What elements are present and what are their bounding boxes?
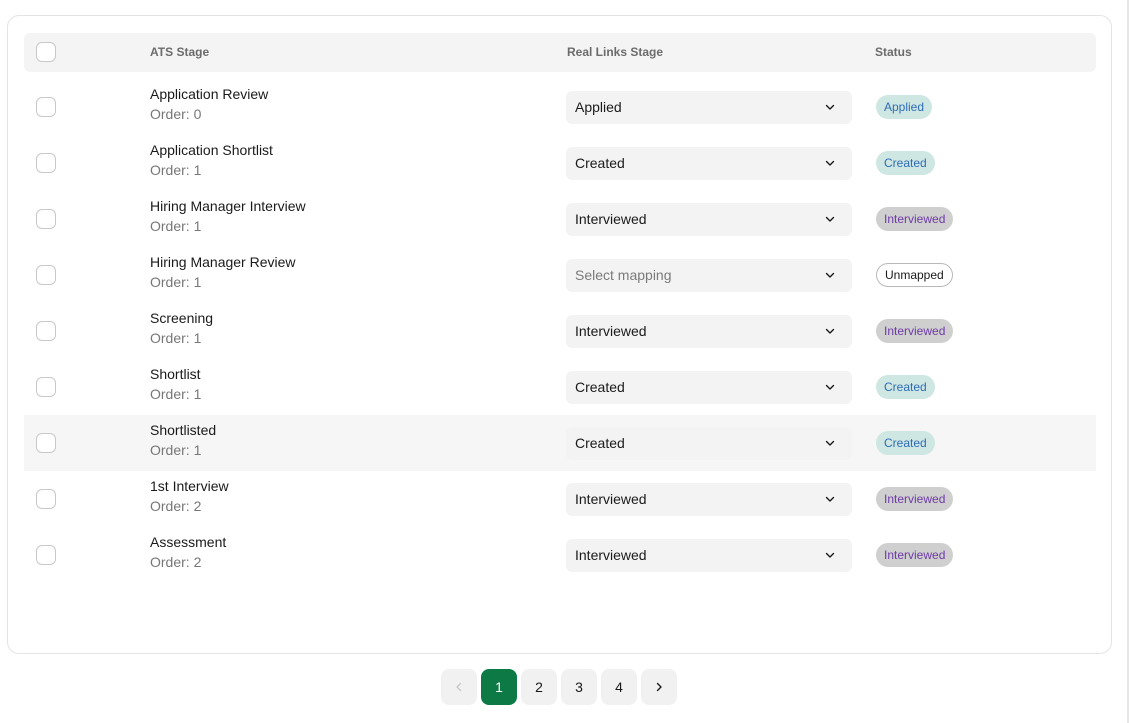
status-badge: Unmapped <box>876 263 953 287</box>
chevron-down-icon <box>825 160 835 166</box>
real-links-stage-select[interactable]: Created <box>566 147 852 180</box>
ats-stage-order: Order: 1 <box>150 386 202 402</box>
table-row: Application Review Order: 0 Applied Applied <box>24 79 1096 135</box>
row-checkbox[interactable] <box>36 545 56 565</box>
chevron-down-icon <box>825 104 835 110</box>
chevron-down-icon <box>825 272 835 278</box>
select-all-checkbox[interactable] <box>36 42 56 62</box>
real-links-stage-select[interactable]: Interviewed <box>566 483 852 516</box>
chevron-down-icon <box>825 496 835 502</box>
real-links-stage-select[interactable]: Interviewed <box>566 315 852 348</box>
ats-stage-name: Assessment <box>150 534 227 550</box>
real-links-stage-select[interactable]: Select mapping <box>566 259 852 292</box>
table-row: 1st Interview Order: 2 Interviewed Intervie… <box>24 471 1096 527</box>
status-badge: Created <box>876 375 935 399</box>
ats-stage-name: Application Shortlist <box>150 142 273 158</box>
table-row: Shortlist Order: 1 Created Created <box>24 359 1096 415</box>
ats-stage-order: Order: 1 <box>150 274 202 290</box>
ats-stage-order: Order: 2 <box>150 498 202 514</box>
status-badge: Interviewed <box>876 319 954 343</box>
ats-stage-order: Order: 1 <box>150 162 202 178</box>
ats-stage-name: 1st Interview <box>150 478 229 494</box>
row-checkbox[interactable] <box>36 377 56 397</box>
real-links-stage-select[interactable]: Interviewed <box>566 203 852 236</box>
row-checkbox[interactable] <box>36 265 56 285</box>
ats-stage-order: Order: 2 <box>150 554 202 570</box>
header-ats-stage: ATS Stage <box>150 45 210 59</box>
select-value: Interviewed <box>575 547 647 563</box>
prev-page-button[interactable] <box>441 669 477 705</box>
page-button-1[interactable]: 1 <box>481 669 517 705</box>
status-badge: Applied <box>876 95 933 119</box>
chevron-down-icon <box>825 552 835 558</box>
page-button-2[interactable]: 2 <box>521 669 557 705</box>
select-value: Interviewed <box>575 211 647 227</box>
table-row: Application Shortlist Order: 1 Created Crea… <box>24 135 1096 191</box>
header-real-links-stage: Real Links Stage <box>567 45 664 59</box>
chevron-down-icon <box>825 440 835 446</box>
ats-stage-order: Order: 1 <box>150 442 202 458</box>
ats-stage-name: Screening <box>150 310 214 326</box>
select-value: Created <box>575 435 625 451</box>
status-badge: Interviewed <box>876 543 954 567</box>
ats-stage-name: Shortlisted <box>150 422 217 438</box>
status-badge: Interviewed <box>876 487 954 511</box>
status-badge: Created <box>876 431 935 455</box>
chevron-down-icon <box>825 328 835 334</box>
real-links-stage-select[interactable]: Applied <box>566 91 852 124</box>
header-status: Status <box>875 45 912 59</box>
ats-stage-order: Order: 1 <box>150 330 202 346</box>
table-row: Hiring Manager Interview Order: 1 Intervie… <box>24 191 1096 247</box>
row-checkbox[interactable] <box>36 433 56 453</box>
table-header: ATS Stage Real Links Stage Status <box>24 33 1096 72</box>
page-button-4[interactable]: 4 <box>601 669 637 705</box>
row-checkbox[interactable] <box>36 321 56 341</box>
chevron-right-icon <box>656 682 662 692</box>
select-value: Applied <box>575 99 622 115</box>
select-value: Interviewed <box>575 491 647 507</box>
ats-stage-name: Application Review <box>150 86 269 102</box>
row-checkbox[interactable] <box>36 97 56 117</box>
ats-stage-order: Order: 0 <box>150 106 202 122</box>
table-row: Assessment Order: 2 Interviewed Interviewed <box>24 527 1096 583</box>
real-links-stage-select[interactable]: Interviewed <box>566 539 852 572</box>
select-value: Created <box>575 155 625 171</box>
chevron-left-icon <box>456 682 462 692</box>
chevron-down-icon <box>825 384 835 390</box>
table-row: Shortlisted Order: 1 Created Created <box>24 415 1096 471</box>
row-checkbox[interactable] <box>36 489 56 509</box>
real-links-stage-select[interactable]: Created <box>566 427 852 460</box>
ats-stage-name: Shortlist <box>150 366 201 382</box>
status-badge: Interviewed <box>876 207 954 231</box>
real-links-stage-select[interactable]: Created <box>566 371 852 404</box>
chevron-down-icon <box>825 216 835 222</box>
table-row: Hiring Manager Review Order: 1 Select mapp… <box>24 247 1096 303</box>
page-button-3[interactable]: 3 <box>561 669 597 705</box>
ats-stage-order: Order: 1 <box>150 218 202 234</box>
select-value: Interviewed <box>575 323 647 339</box>
select-value: Select mapping <box>575 267 672 283</box>
ats-stage-name: Hiring Manager Interview <box>150 198 306 214</box>
row-checkbox[interactable] <box>36 153 56 173</box>
select-value: Created <box>575 379 625 395</box>
table-row: Screening Order: 1 Interviewed Interviewed <box>24 303 1096 359</box>
status-badge: Created <box>876 151 935 175</box>
next-page-button[interactable] <box>641 669 677 705</box>
row-checkbox[interactable] <box>36 209 56 229</box>
stage-mapping-table-card: ATS Stage Real Links Stage Status Applic… <box>7 15 1112 654</box>
ats-stage-name: Hiring Manager Review <box>150 254 296 270</box>
